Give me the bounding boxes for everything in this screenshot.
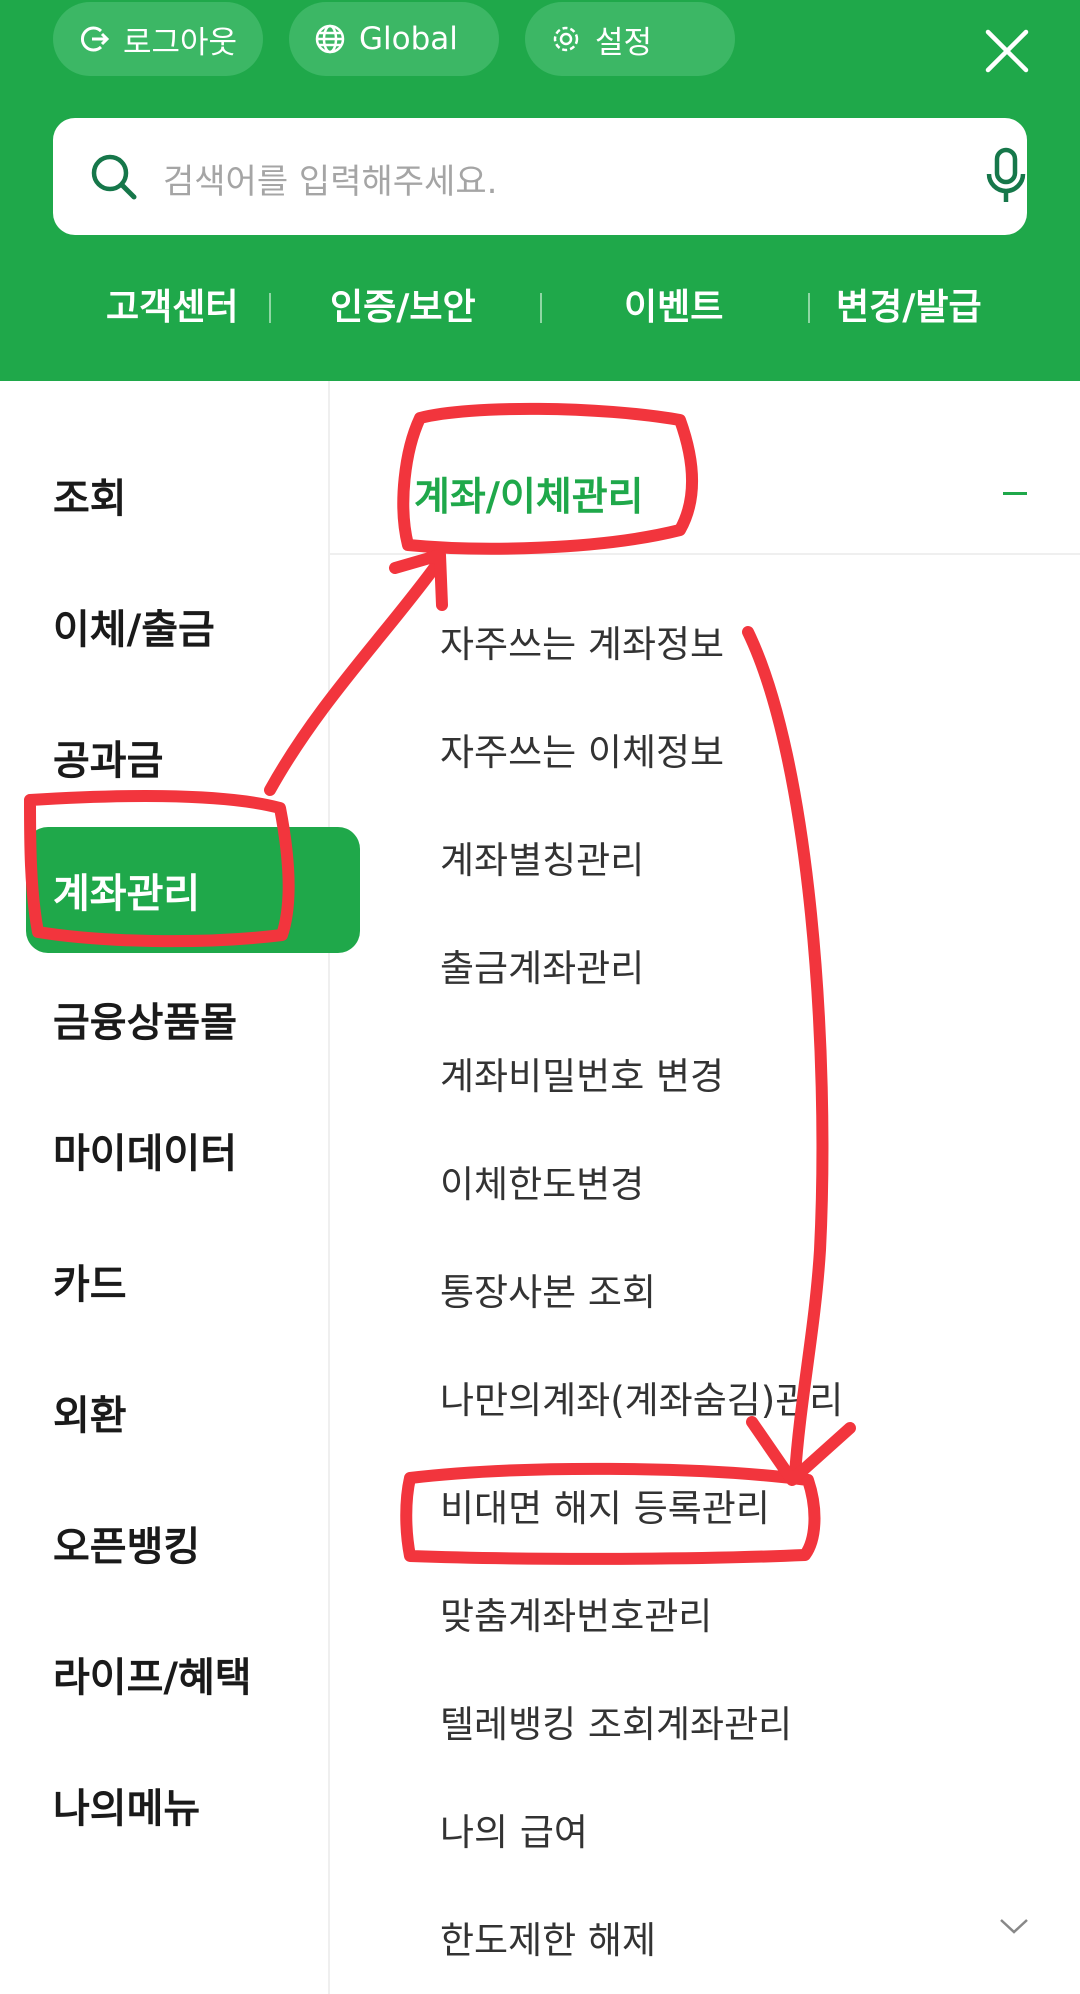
section-title[interactable]: 계좌/이체관리	[414, 466, 644, 522]
sidebar-item-life-benefits[interactable]: 라이프/혜택	[53, 1645, 252, 1703]
submenu-item-transfer-limit[interactable]: 이체한도변경	[440, 1154, 644, 1208]
gear-icon	[553, 26, 579, 52]
chevron-down-icon[interactable]	[998, 1916, 1030, 1936]
annotation-arrow-down-head	[746, 1416, 856, 1486]
mic-icon[interactable]	[981, 146, 1031, 206]
sidebar-item-utility-bills[interactable]: 공과금	[53, 728, 163, 786]
quick-link-change-issue[interactable]: 변경/발급	[836, 278, 982, 330]
submenu-item-account-password[interactable]: 계좌비밀번호 변경	[440, 1046, 724, 1100]
sidebar-item-my-menu[interactable]: 나의메뉴	[53, 1776, 200, 1834]
global-label: Global	[359, 21, 458, 57]
sidebar-item-financial-mall[interactable]: 금융상품몰	[53, 990, 237, 1048]
globe-icon	[315, 24, 345, 54]
logout-label: 로그아웃	[123, 24, 238, 61]
settings-button[interactable]: 설정	[525, 2, 735, 76]
header: 로그아웃 Global 설정 검색어를 입력해주세요. 고객센터 인증/보안 이…	[0, 0, 1080, 381]
submenu-item-remote-termination[interactable]: 비대면 해지 등록관리	[440, 1478, 770, 1532]
search-icon[interactable]	[89, 152, 139, 202]
submenu-item-passbook-copy[interactable]: 통장사본 조회	[440, 1262, 656, 1316]
submenu-item-favorite-accounts[interactable]: 자주쓰는 계좌정보	[440, 614, 724, 668]
search-bar[interactable]: 검색어를 입력해주세요.	[53, 118, 1027, 235]
submenu-item-telebanking-accounts[interactable]: 텔레뱅킹 조회계좌관리	[440, 1694, 792, 1748]
quick-link-auth-security[interactable]: 인증/보안	[330, 278, 476, 330]
section-divider	[330, 553, 1080, 555]
logout-icon	[81, 26, 110, 52]
sidebar-item-label: 계좌관리	[53, 871, 201, 917]
collapse-icon[interactable]	[1003, 492, 1027, 495]
global-button[interactable]: Global	[289, 2, 499, 76]
quick-link-divider	[269, 293, 271, 323]
submenu-item-limit-release[interactable]: 한도제한 해제	[440, 1910, 656, 1964]
annotation-arrow-up-head	[389, 549, 448, 611]
submenu-item-withdrawal-account[interactable]: 출금계좌관리	[440, 938, 644, 992]
submenu-item-custom-account-number[interactable]: 맞춤계좌번호관리	[440, 1586, 712, 1640]
sidebar-divider	[328, 381, 330, 1994]
submenu-item-favorite-transfers[interactable]: 자주쓰는 이체정보	[440, 722, 724, 776]
sidebar-item-inquiry[interactable]: 조회	[53, 466, 127, 524]
submenu-item-hidden-accounts[interactable]: 나만의계좌(계좌숨김)관리	[440, 1370, 843, 1424]
annotation-arrow-down	[742, 626, 829, 1481]
quick-link-customer-center[interactable]: 고객센터	[106, 278, 238, 330]
logout-button[interactable]: 로그아웃	[53, 2, 263, 76]
quick-link-divider	[540, 293, 542, 323]
submenu-item-account-alias[interactable]: 계좌별칭관리	[440, 830, 644, 884]
sidebar-item-transfer[interactable]: 이체/출금	[53, 597, 215, 655]
sidebar-item-account-management[interactable]: 계좌관리	[26, 827, 360, 953]
settings-label: 설정	[595, 24, 653, 61]
quick-link-events[interactable]: 이벤트	[624, 278, 723, 330]
submenu-item-my-salary[interactable]: 나의 급여	[440, 1802, 588, 1856]
sidebar-item-card[interactable]: 카드	[53, 1252, 127, 1310]
quick-link-divider	[808, 293, 810, 323]
close-icon[interactable]	[980, 24, 1034, 78]
sidebar-item-mydata[interactable]: 마이데이터	[53, 1121, 237, 1179]
sidebar-item-open-banking[interactable]: 오픈뱅킹	[53, 1514, 200, 1572]
search-input[interactable]: 검색어를 입력해주세요.	[163, 154, 497, 203]
sidebar-item-foreign-exchange[interactable]: 외환	[53, 1383, 127, 1441]
